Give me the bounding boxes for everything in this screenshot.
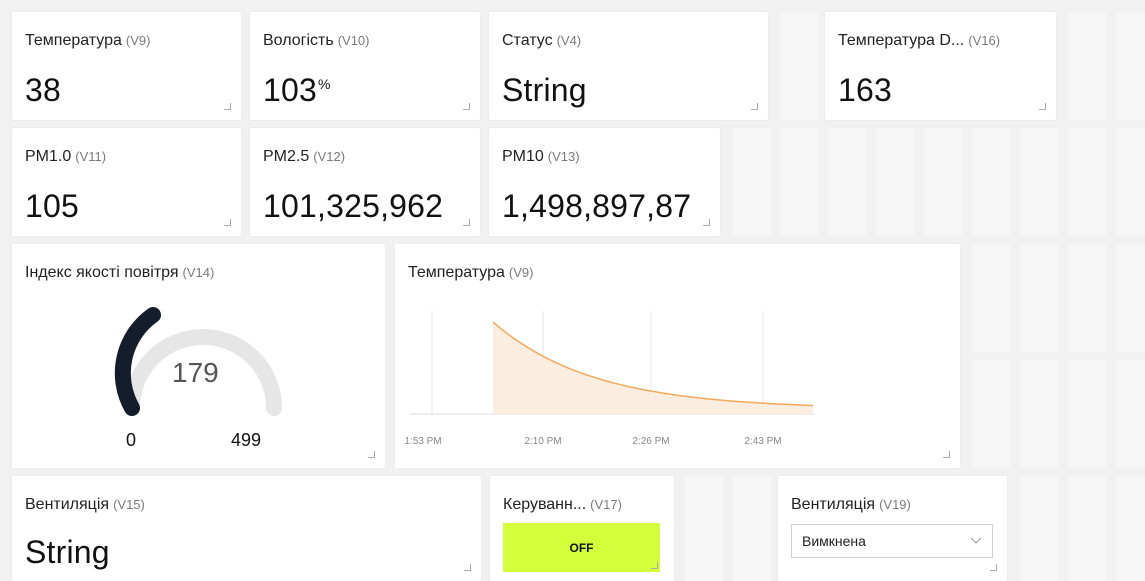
x-tick-label: 2:43 PM <box>744 436 781 447</box>
switch-button[interactable]: OFF <box>503 523 660 572</box>
widget-title: Температура D... (V16) <box>838 32 1001 49</box>
widget-value: 103% <box>263 72 331 108</box>
grid-cell <box>780 128 818 236</box>
resize-handle-icon[interactable] <box>990 564 997 571</box>
grid-cell <box>1020 128 1058 236</box>
widget-title: Керуванн... (V17) <box>503 496 622 513</box>
x-tick-label: 1:53 PM <box>404 436 441 447</box>
widget-title: Вентиляція (V19) <box>791 496 911 513</box>
widget-temperature-d[interactable]: Температура D... (V16) 163 <box>825 12 1056 120</box>
grid-cell <box>1116 476 1145 581</box>
grid-cell <box>828 128 866 236</box>
grid-cell <box>1068 12 1106 120</box>
widget-title: PM2.5 (V12) <box>263 148 346 165</box>
grid-cell <box>780 12 818 120</box>
widget-value: String <box>25 534 110 570</box>
widget-pm1[interactable]: PM1.0 (V11) 105 <box>12 128 241 236</box>
grid-cell <box>1020 360 1058 468</box>
resize-handle-icon[interactable] <box>463 219 470 226</box>
temperature-chart: 1:53 PM 2:10 PM 2:26 PM 2:43 PM <box>404 311 815 447</box>
grid-cell <box>1116 360 1145 468</box>
gauge-value: 179 <box>172 357 219 388</box>
widget-title: Температура (V9) <box>25 32 151 49</box>
resize-handle-icon[interactable] <box>703 219 710 226</box>
widget-pm10[interactable]: PM10 (V13) 1,498,897,87 <box>489 128 720 236</box>
widget-pm25[interactable]: PM2.5 (V12) 101,325,962 <box>250 128 480 236</box>
widget-control-switch[interactable]: Керуванн... (V17) OFF <box>490 476 674 581</box>
grid-cell <box>876 128 914 236</box>
grid-cell <box>733 128 771 236</box>
resize-handle-icon[interactable] <box>463 103 470 110</box>
widget-title: PM10 (V13) <box>502 148 580 165</box>
resize-handle-icon[interactable] <box>464 564 471 571</box>
widget-humidity[interactable]: Вологість (V10) 103% <box>250 12 480 120</box>
widget-value: 1,498,897,87 <box>502 188 692 224</box>
resize-handle-icon[interactable] <box>224 103 231 110</box>
widget-title: Вологість (V10) <box>263 32 370 49</box>
widget-unit: % <box>318 76 331 93</box>
grid-cell <box>1116 12 1145 120</box>
widget-value: String <box>502 72 587 108</box>
resize-handle-icon[interactable] <box>751 103 758 110</box>
grid-cell <box>1116 244 1145 352</box>
widget-status[interactable]: Статус (V4) String <box>489 12 768 120</box>
widget-temperature-chart[interactable]: Температура (V9) 1:53 PM 2:10 PM 2:26 PM 2:4… <box>395 244 960 468</box>
grid-cell <box>972 128 1010 236</box>
chevron-down-icon <box>970 537 982 544</box>
widget-title: PM1.0 (V11) <box>25 148 107 165</box>
widget-title: Вентиляція (V15) <box>25 496 145 513</box>
resize-handle-icon[interactable] <box>224 219 231 226</box>
widget-title: Статус (V4) <box>502 32 582 49</box>
resize-handle-icon[interactable] <box>651 562 658 569</box>
grid-cell <box>1068 244 1106 352</box>
x-tick-label: 2:26 PM <box>632 436 669 447</box>
grid-cell <box>733 476 771 581</box>
widget-value: 101,325,962 <box>263 188 444 224</box>
grid-cell <box>1020 476 1058 581</box>
select-value: Вимкнена <box>802 533 866 549</box>
chart-area <box>493 322 813 414</box>
widget-air-quality-gauge[interactable]: Індекс якості повітря (V14) 179 0 499 <box>12 244 385 468</box>
widget-value: 38 <box>25 72 61 108</box>
grid-cell <box>1020 244 1058 352</box>
grid-cell <box>685 476 723 581</box>
widget-ventilation-menu[interactable]: Вентиляція (V19) Вимкнена <box>778 476 1007 581</box>
ventilation-select[interactable]: Вимкнена <box>791 524 993 558</box>
grid-cell <box>1068 476 1106 581</box>
widget-value: 105 <box>25 188 79 224</box>
x-tick-label: 2:10 PM <box>524 436 561 447</box>
resize-handle-icon[interactable] <box>943 451 950 458</box>
widget-value: 163 <box>838 72 892 108</box>
gauge-max-label: 499 <box>231 430 262 450</box>
grid-cell <box>1068 128 1106 236</box>
gauge <box>114 307 282 416</box>
grid-cell <box>1116 128 1145 236</box>
gauge-min-label: 0 <box>126 430 137 450</box>
grid-cell <box>924 128 962 236</box>
grid-cell <box>972 244 1010 352</box>
resize-handle-icon[interactable] <box>368 451 375 458</box>
widget-ventilation-label[interactable]: Вентиляція (V15) String <box>12 476 481 581</box>
grid-cell <box>972 360 1010 468</box>
grid-cell <box>1068 360 1106 468</box>
resize-handle-icon[interactable] <box>1039 103 1046 110</box>
widget-temperature[interactable]: Температура (V9) 38 <box>12 12 241 120</box>
